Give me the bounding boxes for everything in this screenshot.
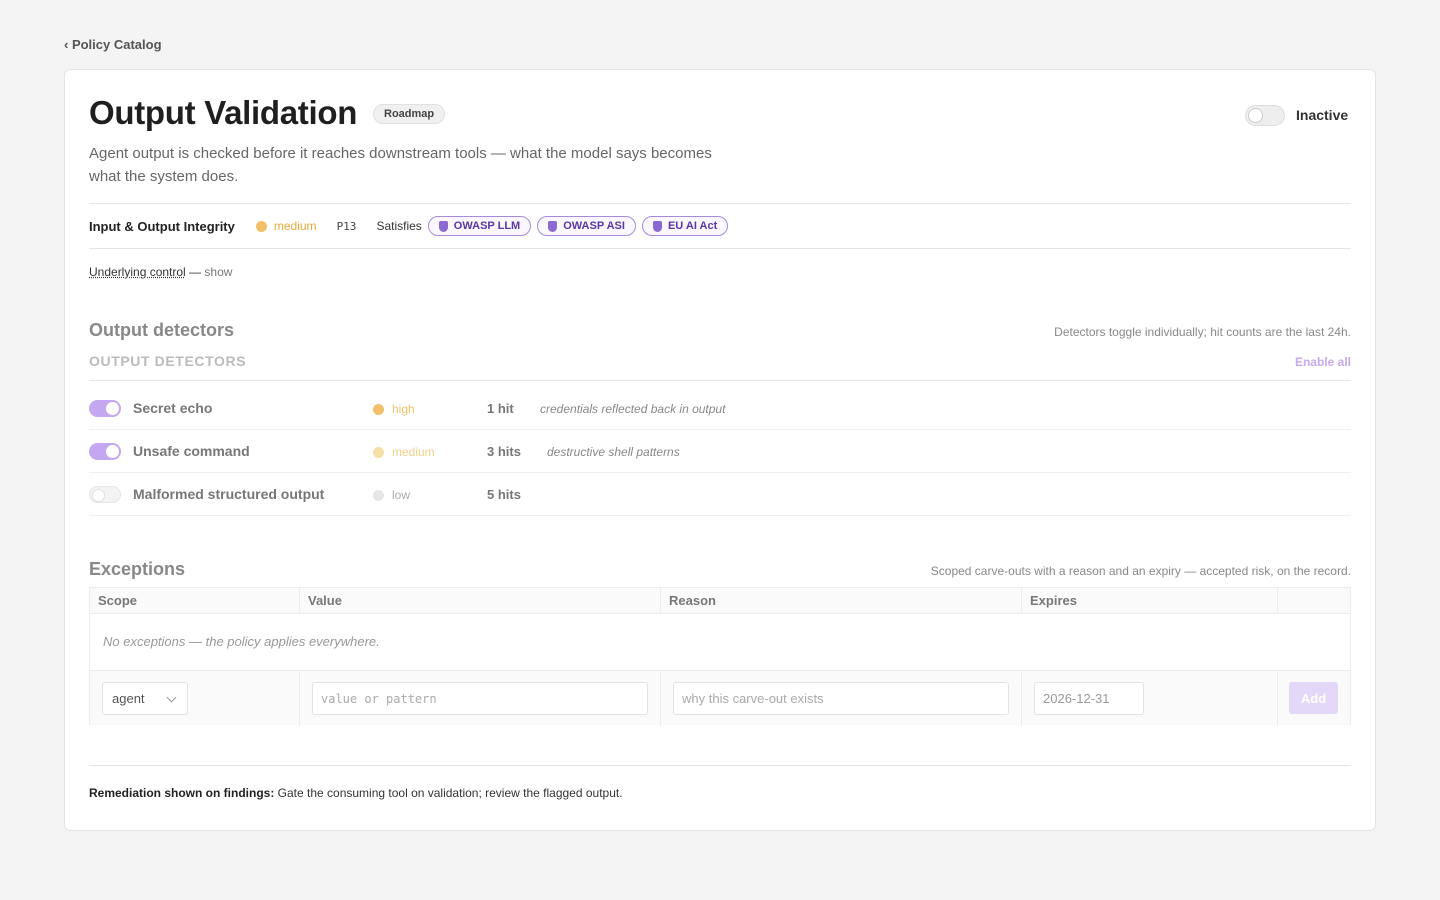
expires-date-input[interactable] [1034, 682, 1144, 715]
exceptions-table-header: Scope Value Reason Expires [90, 588, 1350, 614]
remediation-text: Gate the consuming tool on validation; r… [274, 786, 623, 800]
detector-name: Unsafe command [133, 443, 250, 459]
policy-card: Output Validation Roadmap Agent output i… [64, 69, 1376, 831]
severity-dot-icon [373, 489, 384, 501]
standard-pill-owasp-asi[interactable]: OWASP ASI [537, 216, 636, 236]
standard-label: OWASP LLM [453, 220, 521, 232]
standard-pill-eu-ai-act[interactable]: EU AI Act [641, 216, 729, 236]
detector-name: Secret echo [133, 400, 213, 416]
underlying-control: Underlying control — show [89, 265, 232, 279]
value-cell [300, 671, 661, 726]
severity-label: high [392, 402, 415, 416]
detector-row: Malformed structured output low 5 hits [89, 473, 1351, 516]
scope-select-value: agent [112, 691, 145, 706]
detector-description: credentials reflected back in output [540, 402, 726, 416]
detector-hits: 3 hits [487, 444, 521, 459]
exceptions-note: Scoped carve-outs with a reason and an e… [930, 564, 1351, 578]
detectors-heading: Output detectors [89, 320, 235, 340]
policy-description: Agent output is checked before it reache… [89, 145, 712, 185]
detector-description: destructive shell patterns [547, 445, 680, 459]
detectors-subheading: OUTPUT DETECTORS [89, 353, 247, 369]
detector-severity: high [373, 402, 415, 416]
detector-toggle-unsafe-command[interactable] [89, 443, 121, 460]
detectors-note: Detectors toggle individually; hit count… [1054, 325, 1351, 339]
detector-name: Malformed structured output [133, 486, 325, 502]
column-header-reason: Reason [661, 588, 1022, 614]
divider [89, 765, 1351, 766]
status-badge: Roadmap [373, 104, 446, 124]
column-header-value: Value [300, 588, 661, 614]
add-exception-button[interactable]: Add [1289, 682, 1338, 714]
toggle-knob [1248, 108, 1263, 123]
standard-pill-owasp-llm[interactable]: OWASP LLM [427, 216, 532, 236]
standard-label: OWASP ASI [563, 220, 625, 232]
severity-dot-icon [373, 446, 384, 458]
detector-hits: 5 hits [487, 487, 521, 502]
back-to-policy-catalog-link[interactable]: ‹ Policy Catalog [64, 37, 162, 52]
detector-row: Unsafe command medium 3 hits destructive… [89, 430, 1351, 473]
exceptions-empty-state: No exceptions — the policy applies every… [103, 634, 380, 649]
detector-severity: medium [373, 445, 435, 459]
policy-active-label: Inactive [1296, 107, 1349, 123]
shield-icon [548, 220, 558, 232]
policy-active-toggle[interactable] [1245, 105, 1285, 126]
divider [89, 380, 1351, 381]
divider [89, 203, 1351, 204]
standard-label: EU AI Act [667, 220, 718, 232]
severity-label: medium [273, 219, 317, 233]
enable-all-button[interactable]: Enable all [1295, 355, 1351, 369]
remediation-label: Remediation shown on findings: [89, 786, 275, 800]
column-header-scope: Scope [90, 588, 300, 614]
reason-cell [661, 671, 1022, 726]
divider [89, 248, 1351, 249]
underlying-separator: — [185, 265, 205, 279]
severity-label: medium [392, 445, 435, 459]
value-input[interactable] [312, 682, 648, 715]
chevron-down-icon [166, 692, 177, 703]
underlying-control-show-link[interactable]: show [204, 265, 232, 279]
scope-cell: agent [90, 671, 300, 726]
shield-icon [438, 220, 448, 232]
severity-dot-icon [373, 403, 384, 415]
policy-code: P13 [336, 219, 357, 233]
exceptions-table: Scope Value Reason Expires No exceptions… [89, 587, 1351, 726]
toggle-knob [106, 445, 119, 458]
toggle-knob [106, 402, 119, 415]
policy-severity: medium [255, 219, 317, 233]
toggle-knob [92, 489, 105, 502]
reason-input[interactable] [673, 682, 1009, 715]
column-header-expires: Expires [1022, 588, 1278, 614]
policy-category: Input & Output Integrity [89, 218, 235, 234]
detector-row: Secret echo high 1 hit credentials refle… [89, 387, 1351, 430]
policy-meta-row: Input & Output Integrity medium P13 Sati… [89, 216, 729, 236]
detector-hits: 1 hit [487, 401, 514, 416]
underlying-control-link[interactable]: Underlying control [89, 265, 186, 279]
shield-icon [652, 220, 662, 232]
page-title: Output Validation [89, 94, 358, 131]
expires-cell [1022, 671, 1278, 726]
detector-toggle-malformed-structured-output[interactable] [89, 486, 121, 503]
remediation-note: Remediation shown on findings: Gate the … [89, 786, 623, 800]
add-exception-row: agent Add [90, 670, 1350, 726]
scope-select[interactable]: agent [102, 682, 188, 715]
detector-toggle-secret-echo[interactable] [89, 400, 121, 417]
severity-dot-icon [255, 220, 267, 232]
exceptions-heading: Exceptions [89, 559, 186, 579]
detector-severity: low [373, 488, 410, 502]
severity-label: low [392, 488, 411, 502]
satisfies-label: Satisfies [376, 219, 422, 233]
